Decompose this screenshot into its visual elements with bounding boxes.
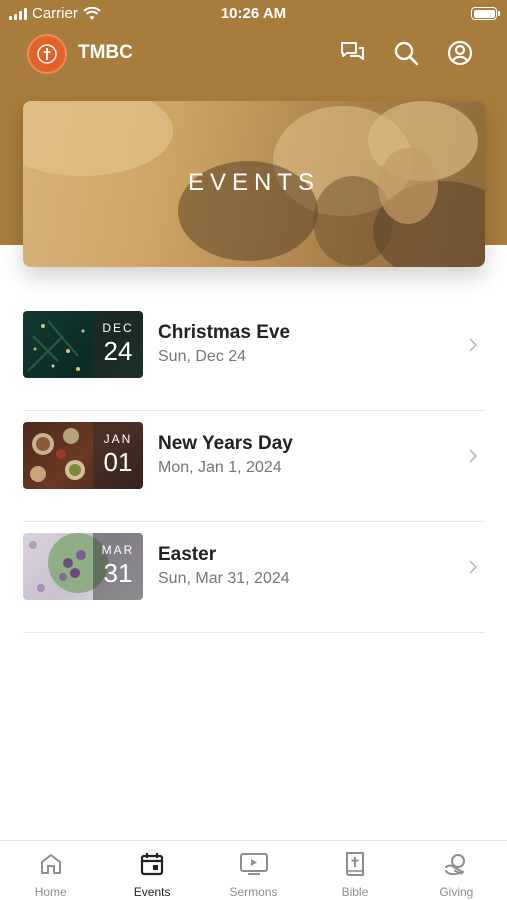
event-date: Mon, Jan 1, 2024 [158, 459, 282, 476]
tab-label: Giving [439, 885, 474, 899]
chevron-right-icon [469, 338, 477, 352]
tab-label: Events [133, 885, 171, 899]
status-bar: Carrier 10:26 AM [0, 0, 507, 28]
event-title: Christmas Eve [158, 322, 291, 343]
event-date: Sun, Dec 24 [158, 348, 247, 365]
chevron-right-icon [469, 449, 477, 463]
event-date: Sun, Mar 31, 2024 [158, 570, 290, 587]
tab-bar: Home Events Sermons Bible Giving [0, 840, 507, 900]
home-icon [40, 854, 61, 874]
event-thumbnail: JAN 01 [23, 422, 143, 489]
event-date-badge: MAR 31 [93, 533, 143, 600]
event-title: Easter [158, 544, 217, 565]
event-day: 31 [103, 558, 133, 588]
event-month: JAN [103, 432, 133, 446]
hero-title: EVENTS [187, 169, 321, 196]
search-icon[interactable] [391, 38, 421, 68]
app-title: TMBC [78, 42, 133, 63]
event-row[interactable]: JAN 01 New Years Day Mon, Jan 1, 2024 [23, 411, 485, 522]
event-thumbnail: MAR 31 [23, 533, 143, 600]
event-date-badge: DEC 24 [93, 311, 143, 378]
event-row[interactable]: DEC 24 Christmas Eve Sun, Dec 24 [23, 300, 485, 411]
event-month: DEC [102, 321, 134, 335]
chevron-right-icon [469, 560, 477, 574]
event-date-badge: JAN 01 [93, 422, 143, 489]
events-hero-banner: EVENTS [23, 101, 485, 267]
event-row[interactable]: MAR 31 Easter Sun, Mar 31, 2024 [23, 522, 485, 633]
event-day: 24 [103, 336, 133, 366]
giving-icon [445, 854, 466, 876]
tab-home[interactable]: Home [0, 841, 101, 900]
event-month: MAR [101, 543, 135, 557]
video-icon [239, 853, 268, 875]
event-title: New Years Day [158, 433, 293, 454]
event-day: 01 [103, 447, 133, 477]
tab-label: Sermons [229, 885, 278, 899]
tab-label: Home [34, 885, 67, 899]
event-thumbnail: DEC 24 [23, 311, 143, 378]
tab-label: Bible [341, 885, 369, 899]
profile-icon[interactable] [445, 38, 475, 68]
church-logo-icon[interactable] [27, 34, 67, 74]
tab-events[interactable]: Events [101, 841, 202, 900]
bible-icon [345, 852, 364, 876]
event-list: DEC 24 Christmas Eve Sun, Dec 24 JAN 01 … [23, 300, 485, 633]
battery-icon [471, 7, 500, 20]
app-bar: TMBC [0, 32, 507, 74]
status-time: 10:26 AM [220, 5, 287, 22]
calendar-icon [141, 853, 164, 876]
tab-bible[interactable]: Bible [304, 841, 405, 900]
messages-icon[interactable] [338, 38, 368, 68]
tab-giving[interactable]: Giving [406, 841, 507, 900]
tab-sermons[interactable]: Sermons [203, 841, 304, 900]
